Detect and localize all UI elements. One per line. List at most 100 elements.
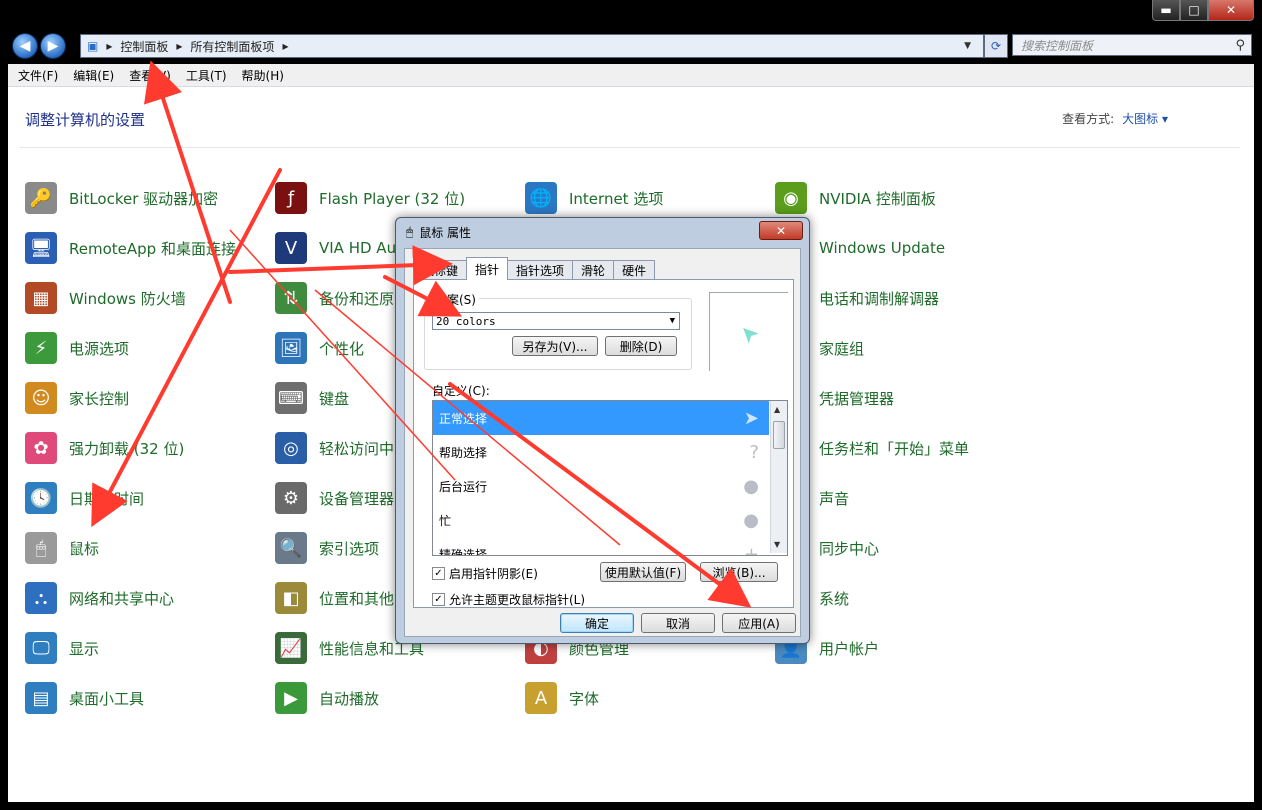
tab-pointer-options[interactable]: 指针选项 xyxy=(507,260,574,279)
control-panel-item[interactable]: ⚡ 电源选项 xyxy=(25,330,129,366)
breadcrumb-separator-icon: ▸ xyxy=(282,39,289,53)
scrollbar-thumb[interactable] xyxy=(773,421,785,449)
title-bar: ▬ □ ✕ xyxy=(0,0,1262,28)
menu-help[interactable]: 帮助(H) xyxy=(242,67,284,84)
mouse-properties-dialog: 🖱 鼠标 属性 ✕ 鼠标键 指针 指针选项 滑轮 硬件 方案(S) 20 col… xyxy=(395,217,810,644)
menu-view[interactable]: 查看(V) xyxy=(129,67,171,84)
control-panel-item[interactable]: ◧ 位置和其他 xyxy=(275,580,394,616)
control-panel-item[interactable]: ⌨ 键盘 xyxy=(275,380,349,416)
control-panel-item[interactable]: ◉ NVIDIA 控制面板 xyxy=(775,180,936,216)
breadcrumb-separator-icon: ▸ xyxy=(176,39,183,53)
cursor-icon: + xyxy=(743,543,759,556)
item-label: 系统 xyxy=(819,589,850,608)
list-item[interactable]: 正常选择 ➤ xyxy=(433,401,769,435)
maximize-button[interactable]: □ xyxy=(1180,0,1208,21)
preview-cursor-icon: ➤ xyxy=(733,318,765,349)
item-label: 凭据管理器 xyxy=(819,389,895,408)
control-panel-item[interactable]: V VIA HD Au xyxy=(275,230,396,266)
control-panel-item[interactable]: 🖼 个性化 xyxy=(275,330,364,366)
item-label: 网络和共享中心 xyxy=(69,589,175,608)
list-item[interactable]: 帮助选择? xyxy=(433,435,769,469)
item-label: 个性化 xyxy=(319,339,365,358)
item-label: Windows Update xyxy=(819,239,946,257)
scroll-down-icon[interactable]: ▼ xyxy=(774,540,780,549)
control-panel-item[interactable]: ▦ Windows 防火墙 xyxy=(25,280,186,316)
control-panel-item[interactable]: ▶ 自动播放 xyxy=(275,680,379,716)
control-panel-item[interactable]: ⛬ 网络和共享中心 xyxy=(25,580,174,616)
delete-button[interactable]: 删除(D) xyxy=(605,336,677,356)
checkbox-checked-icon[interactable]: ✓ xyxy=(432,593,445,606)
address-dropdown-icon[interactable]: ▼ xyxy=(964,41,971,51)
control-panel-item[interactable]: 🔍 索引选项 xyxy=(275,530,379,566)
item-label: 家长控制 xyxy=(69,389,130,408)
tab-hardware[interactable]: 硬件 xyxy=(613,260,656,279)
scheme-value: 20 colors xyxy=(436,314,496,328)
shadow-checkbox[interactable]: ✓ 启用指针阴影(E) xyxy=(432,565,538,582)
search-input[interactable]: 搜索控制面板 ⚲ xyxy=(1012,34,1252,56)
control-panel-item[interactable]: 🖵 显示 xyxy=(25,630,99,666)
dialog-tabs: 鼠标键 指针 指针选项 滑轮 硬件 xyxy=(413,257,656,280)
breadcrumb-control-panel[interactable]: 控制面板 xyxy=(120,38,168,55)
scheme-select[interactable]: 20 colors ▼ xyxy=(432,312,680,330)
control-panel-item[interactable]: A 字体 xyxy=(525,680,599,716)
menu-edit[interactable]: 编辑(E) xyxy=(73,67,114,84)
control-panel-item[interactable]: ☺ 家长控制 xyxy=(25,380,129,416)
remote-desktop-icon: 🖥 xyxy=(25,232,57,264)
control-panel-item[interactable]: 🖱 鼠标 xyxy=(25,530,99,566)
ok-button[interactable]: 确定 xyxy=(560,613,634,633)
control-panel-item[interactable]: 🌐 Internet 选项 xyxy=(525,180,663,216)
list-item[interactable]: 忙 ● xyxy=(433,503,769,537)
save-as-button[interactable]: 另存为(V)... xyxy=(512,336,598,356)
scroll-up-icon[interactable]: ▲ xyxy=(774,405,780,414)
control-panel-item[interactable]: 🕓 日期和时间 xyxy=(25,480,144,516)
control-panel-item[interactable]: ƒ Flash Player (32 位) xyxy=(275,180,465,216)
forward-button[interactable]: ▶ xyxy=(40,33,66,59)
checkbox-checked-icon[interactable]: ✓ xyxy=(432,567,445,580)
theme-checkbox[interactable]: ✓ 允许主题更改鼠标指针(L) xyxy=(432,591,585,608)
minimize-button[interactable]: ▬ xyxy=(1152,0,1180,21)
item-label: VIA HD Au xyxy=(319,239,397,257)
scheme-label: 方案(S) xyxy=(432,291,479,308)
list-item[interactable]: 精确选择 + xyxy=(433,537,769,556)
use-default-button[interactable]: 使用默认值(F) xyxy=(600,562,686,582)
firewall-icon: ▦ xyxy=(25,282,57,314)
page-title: 调整计算机的设置 xyxy=(25,111,146,129)
view-by-dropdown[interactable]: 大图标 ▾ xyxy=(1122,112,1168,126)
refresh-button[interactable]: ⟳ xyxy=(984,34,1008,58)
browse-button[interactable]: 浏览(B)... xyxy=(700,562,778,582)
display-icon: 🖵 xyxy=(25,632,57,664)
view-by-label: 查看方式: xyxy=(1062,112,1115,126)
control-panel-item[interactable]: 🖥 RemoteApp 和桌面连接 xyxy=(25,230,236,266)
item-label: Windows 防火墙 xyxy=(69,289,186,308)
control-panel-item[interactable]: ⇅ 备份和还原 xyxy=(275,280,394,316)
item-label: 桌面小工具 xyxy=(69,689,145,708)
control-panel-item[interactable]: ✿ 强力卸载 (32 位) xyxy=(25,430,184,466)
search-icon[interactable]: ⚲ xyxy=(1235,38,1245,53)
back-button[interactable]: ◀ xyxy=(12,33,38,59)
control-panel-item[interactable]: ⚙ 设备管理器 xyxy=(275,480,394,516)
cancel-button[interactable]: 取消 xyxy=(641,613,715,633)
fonts-icon: A xyxy=(525,682,557,714)
close-button[interactable]: ✕ xyxy=(1208,0,1254,21)
dialog-close-button[interactable]: ✕ xyxy=(759,221,803,240)
cursor-list-scrollbar[interactable]: ▲ ▼ xyxy=(770,401,787,553)
control-panel-item[interactable]: ◎ 轻松访问中 xyxy=(275,430,394,466)
list-item[interactable]: 后台运行 ● xyxy=(433,469,769,503)
flash-icon: ƒ xyxy=(275,182,307,214)
item-label: Flash Player (32 位) xyxy=(319,189,466,208)
apply-button[interactable]: 应用(A) xyxy=(722,613,796,633)
tab-buttons[interactable]: 鼠标键 xyxy=(413,260,468,279)
control-panel-item[interactable]: ▤ 桌面小工具 xyxy=(25,680,144,716)
list-item-label: 帮助选择 xyxy=(439,445,488,460)
tab-pointers[interactable]: 指针 xyxy=(466,257,509,280)
breadcrumb-all-items[interactable]: 所有控制面板项 xyxy=(190,38,274,55)
cursor-list[interactable]: 正常选择 ➤ 帮助选择? 后台运行 ● 忙 ● 精确选择 + ▲ ▼ xyxy=(432,400,788,556)
item-label: 字体 xyxy=(569,689,600,708)
control-panel-item[interactable]: 🔑 BitLocker 驱动器加密 xyxy=(25,180,218,216)
menu-file[interactable]: 文件(F) xyxy=(18,67,58,84)
item-label: BitLocker 驱动器加密 xyxy=(69,189,219,208)
address-bar[interactable]: ▣ ▸ 控制面板 ▸ 所有控制面板项 ▸ ▼ xyxy=(80,34,984,58)
tab-wheel[interactable]: 滑轮 xyxy=(572,260,615,279)
menu-tools[interactable]: 工具(T) xyxy=(186,67,227,84)
item-label: 键盘 xyxy=(319,389,350,408)
